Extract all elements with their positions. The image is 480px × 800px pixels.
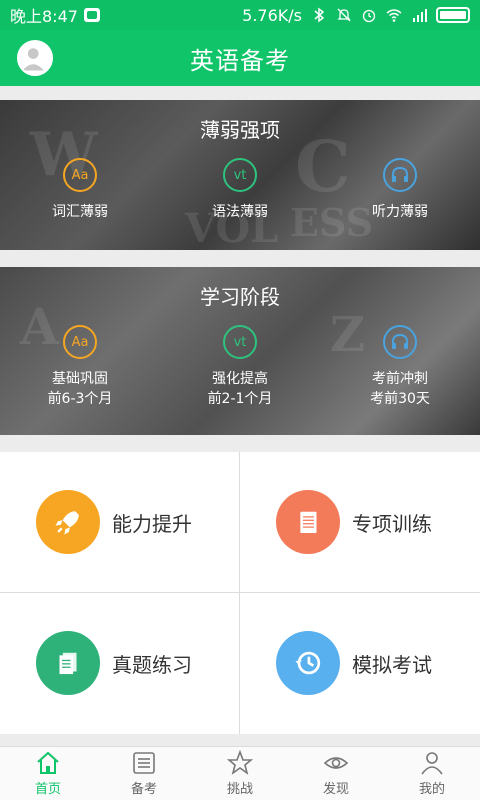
nav-discover[interactable]: 发现 bbox=[288, 747, 384, 800]
stage-intensive-sub: 前2-1个月 bbox=[207, 391, 273, 407]
rocket-icon bbox=[36, 490, 100, 554]
clock-history-icon bbox=[276, 631, 340, 695]
past-exams-label: 真题练习 bbox=[112, 652, 192, 677]
stage-sprint[interactable]: 考前冲刺 考前30天 bbox=[330, 325, 470, 409]
bluetooth-icon bbox=[314, 7, 325, 23]
weak-grammar-label: 语法薄弱 bbox=[212, 204, 268, 220]
battery-icon bbox=[436, 7, 470, 23]
stage-intensive-label: 强化提高 bbox=[212, 371, 268, 387]
headphones-icon bbox=[383, 158, 417, 192]
weak-vocabulary[interactable]: Aa 词汇薄弱 bbox=[10, 158, 150, 222]
user-icon bbox=[421, 752, 443, 775]
weak-listening-label: 听力薄弱 bbox=[372, 204, 428, 220]
stage-intensive[interactable]: vt 强化提高 前2-1个月 bbox=[170, 325, 310, 409]
weak-points-title: 薄弱强项 bbox=[200, 118, 280, 142]
mock-exam-label: 模拟考试 bbox=[352, 652, 432, 677]
nav-mine-label: 我的 bbox=[418, 782, 445, 797]
aa-icon: Aa bbox=[63, 325, 97, 359]
signal-icon bbox=[413, 9, 427, 22]
study-stage-banner: A Z 学习阶段 Aa 基础巩固 前6-3个月 vt 强化提高 前2-1个月 考… bbox=[0, 267, 480, 435]
headphones-icon bbox=[383, 325, 417, 359]
vt-icon: vt bbox=[223, 325, 257, 359]
nav-discover-label: 发现 bbox=[322, 782, 349, 797]
network-speed: 5.76K/s bbox=[242, 5, 302, 25]
stage-foundation-sub: 前6-3个月 bbox=[47, 391, 113, 407]
ability-improve-label: 能力提升 bbox=[112, 511, 192, 536]
nav-mine[interactable]: 我的 bbox=[384, 747, 480, 800]
bottom-nav: 首页 备考 挑战 发现 我的 bbox=[0, 746, 480, 800]
stage-sprint-sub: 考前30天 bbox=[370, 391, 430, 407]
alarm-icon bbox=[362, 9, 376, 23]
notification-icon bbox=[83, 8, 100, 22]
list-icon bbox=[276, 490, 340, 554]
avatar[interactable] bbox=[17, 40, 53, 76]
weak-points-banner: W C VOL ESS 薄弱强项 Aa 词汇薄弱 vt 语法薄弱 听力薄弱 bbox=[0, 100, 480, 250]
function-grid: 能力提升 专项训练 真题练习 模拟考试 bbox=[0, 452, 480, 734]
home-icon bbox=[37, 751, 59, 774]
stage-sprint-label: 考前冲刺 bbox=[372, 371, 428, 387]
nav-home-label: 首页 bbox=[34, 782, 61, 797]
nav-challenge[interactable]: 挑战 bbox=[192, 747, 288, 800]
nav-challenge-label: 挑战 bbox=[226, 782, 253, 797]
nav-prep[interactable]: 备考 bbox=[96, 747, 192, 800]
weak-listening[interactable]: 听力薄弱 bbox=[330, 158, 470, 222]
vt-icon: vt bbox=[223, 158, 257, 192]
nav-home[interactable]: 首页 bbox=[0, 747, 96, 800]
mute-icon bbox=[337, 8, 351, 22]
mock-exam-button[interactable]: 模拟考试 bbox=[240, 593, 479, 733]
stage-foundation[interactable]: Aa 基础巩固 前6-3个月 bbox=[10, 325, 150, 409]
past-exams-button[interactable]: 真题练习 bbox=[0, 593, 239, 733]
weak-vocabulary-label: 词汇薄弱 bbox=[52, 204, 108, 220]
aa-icon: Aa bbox=[63, 158, 97, 192]
papers-icon bbox=[36, 631, 100, 695]
list-icon bbox=[133, 752, 155, 774]
nav-prep-label: 备考 bbox=[130, 782, 157, 797]
app-header: 英语备考 bbox=[0, 30, 480, 86]
special-training-label: 专项训练 bbox=[352, 511, 432, 536]
status-bar: 晚上8:47 5.76K/s bbox=[0, 0, 480, 30]
special-training-button[interactable]: 专项训练 bbox=[240, 452, 479, 592]
wifi-icon bbox=[386, 9, 402, 22]
study-stage-title: 学习阶段 bbox=[200, 285, 280, 309]
status-time: 晚上8:47 bbox=[10, 7, 78, 26]
weak-grammar[interactable]: vt 语法薄弱 bbox=[170, 158, 310, 222]
ability-improve-button[interactable]: 能力提升 bbox=[0, 452, 239, 592]
stage-foundation-label: 基础巩固 bbox=[52, 371, 108, 387]
user-avatar-icon bbox=[22, 48, 44, 71]
eye-icon bbox=[323, 757, 349, 769]
page-title: 英语备考 bbox=[190, 46, 290, 75]
star-icon bbox=[227, 750, 253, 775]
